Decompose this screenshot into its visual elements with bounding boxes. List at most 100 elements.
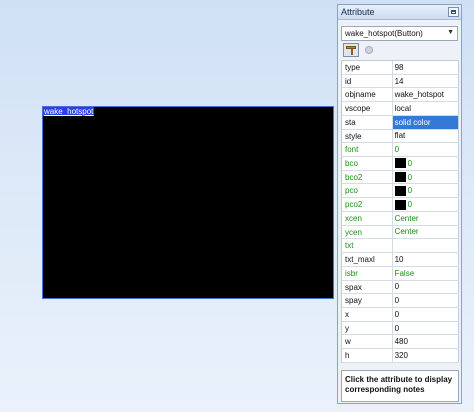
attribute-name: sta <box>342 115 393 129</box>
attribute-value[interactable]: 320 <box>393 349 459 362</box>
notes-box: Click the attribute to display correspon… <box>341 370 459 402</box>
object-selector[interactable]: wake_hotspot(Button) ▼ <box>341 26 458 41</box>
attribute-value-text: flat <box>394 131 406 141</box>
attribute-name: txt_maxl <box>342 253 393 266</box>
attribute-row-sta[interactable]: sta solid color <box>342 115 459 130</box>
attribute-value-text: 0 <box>407 200 413 210</box>
attribute-value[interactable]: 0 <box>393 307 459 321</box>
attribute-value[interactable]: local <box>393 102 459 115</box>
panel-restore-button[interactable] <box>448 7 459 17</box>
attribute-value[interactable]: solid color <box>392 115 459 129</box>
attribute-value-text: 14 <box>394 76 404 86</box>
attribute-value[interactable]: 0 <box>393 280 459 294</box>
attribute-row-id[interactable]: id 14 <box>342 74 459 89</box>
attribute-value-text: 0 <box>394 323 400 333</box>
attribute-name: bco2 <box>342 170 393 184</box>
attribute-row-y[interactable]: y0 <box>342 321 459 336</box>
attribute-row-x[interactable]: x0 <box>342 307 459 322</box>
attribute-value-text: 0 <box>407 172 413 182</box>
attribute-row-ycen[interactable]: ycen Center <box>342 225 459 240</box>
attribute-row-spay[interactable]: spay 0 <box>342 294 459 308</box>
attribute-value-text: wake_hotspot <box>394 90 444 100</box>
attribute-row-h[interactable]: h 320 <box>342 349 459 363</box>
attribute-value[interactable]: 10 <box>393 253 459 266</box>
attribute-value-text: Center <box>394 227 419 237</box>
toolbar-hammer-button[interactable] <box>343 43 359 57</box>
attribute-name: pco2 <box>342 198 393 211</box>
color-swatch <box>394 172 406 183</box>
attribute-row-txt-maxl[interactable]: txt_maxl 10 <box>342 253 459 267</box>
attribute-value-text: 0 <box>407 186 413 196</box>
attribute-name: objname <box>342 88 393 102</box>
attribute-row-objname[interactable]: objname wake_hotspot <box>342 88 459 103</box>
attribute-value[interactable]: 0 <box>393 294 459 307</box>
attribute-value[interactable]: wake_hotspot <box>393 88 459 102</box>
attribute-value[interactable]: False <box>393 266 459 280</box>
attribute-value-text: local <box>394 104 412 114</box>
attribute-name: spax <box>342 280 393 294</box>
attribute-row-type[interactable]: type 98 <box>342 61 459 75</box>
attribute-name: txt <box>342 239 393 253</box>
attribute-name: pco <box>342 184 393 198</box>
attribute-value[interactable] <box>393 239 459 253</box>
attribute-value-text: False <box>394 268 415 278</box>
attribute-row-bco2[interactable]: bco2 0 <box>342 170 459 185</box>
attribute-name: isbr <box>342 266 393 280</box>
attribute-value[interactable]: flat <box>393 129 459 143</box>
attribute-row-vscope[interactable]: vscope local <box>342 102 459 116</box>
attribute-value[interactable]: 0 <box>393 157 459 170</box>
attribute-name: type <box>342 61 393 74</box>
attribute-value[interactable]: 0 <box>393 143 459 157</box>
attribute-value[interactable]: 14 <box>393 74 459 88</box>
attribute-row-style[interactable]: style flat <box>342 129 459 144</box>
attribute-value[interactable]: 0 <box>393 198 459 211</box>
attribute-row-pco2[interactable]: pco2 0 <box>342 198 459 212</box>
attribute-value[interactable]: 0 <box>393 184 459 198</box>
attribute-value[interactable]: Center <box>393 211 459 225</box>
attribute-row-w[interactable]: w 480 <box>342 335 459 350</box>
color-swatch <box>394 185 406 196</box>
attribute-name: style <box>342 129 393 143</box>
attribute-value-text: 0 <box>394 145 400 155</box>
attribute-value[interactable]: 0 <box>393 321 459 335</box>
panel-titlebar: Attribute <box>338 5 461 20</box>
attribute-value[interactable]: 98 <box>393 61 459 74</box>
attribute-row-isbr[interactable]: isbr False <box>342 266 459 281</box>
attribute-name: vscope <box>342 102 393 115</box>
attribute-panel: Attribute wake_hotspot(Button) ▼ type 98 i… <box>337 4 462 404</box>
hammer-icon <box>346 46 356 55</box>
attribute-row-font[interactable]: font 0 <box>342 143 459 158</box>
attribute-row-pco[interactable]: pco 0 <box>342 184 459 199</box>
attribute-name: x <box>342 307 393 321</box>
attribute-row-bco[interactable]: bco 0 <box>342 157 459 171</box>
attribute-name: xcen <box>342 211 393 225</box>
panel-title: Attribute <box>341 7 375 17</box>
color-swatch <box>394 158 406 169</box>
toolbar-pin-button[interactable] <box>362 43 378 57</box>
attribute-name: id <box>342 74 393 88</box>
attribute-value-text: 10 <box>394 254 404 264</box>
attribute-value[interactable]: Center <box>393 225 459 239</box>
selected-object: wake_hotspot(Button) <box>345 29 423 38</box>
attribute-row-spax[interactable]: spax 0 <box>342 280 459 295</box>
attribute-value[interactable]: 0 <box>393 170 459 184</box>
attribute-value-text: 0 <box>394 309 400 319</box>
attribute-name: y <box>342 321 393 335</box>
design-canvas[interactable]: wake_hotspot <box>0 0 336 412</box>
attribute-row-txt[interactable]: txt <box>342 239 459 254</box>
notes-text: Click the attribute to display correspon… <box>345 375 453 394</box>
component-name-label: wake_hotspot <box>43 107 95 116</box>
attribute-value-text: 480 <box>394 337 408 347</box>
attribute-value[interactable]: 480 <box>393 335 459 349</box>
restore-icon <box>451 10 456 14</box>
color-swatch <box>394 199 406 210</box>
chevron-down-icon: ▼ <box>447 29 454 36</box>
attribute-value-text: 98 <box>394 62 404 72</box>
wake-hotspot-component[interactable]: wake_hotspot <box>42 106 334 299</box>
attribute-name: ycen <box>342 225 393 239</box>
attribute-row-xcen[interactable]: xcen Center <box>342 211 459 226</box>
attribute-grid: type 98 id 14 objname wake_hotspot vscope local… <box>341 60 459 363</box>
attribute-name: spay <box>342 294 393 307</box>
attribute-name: bco <box>342 157 393 170</box>
attribute-name: w <box>342 335 393 349</box>
